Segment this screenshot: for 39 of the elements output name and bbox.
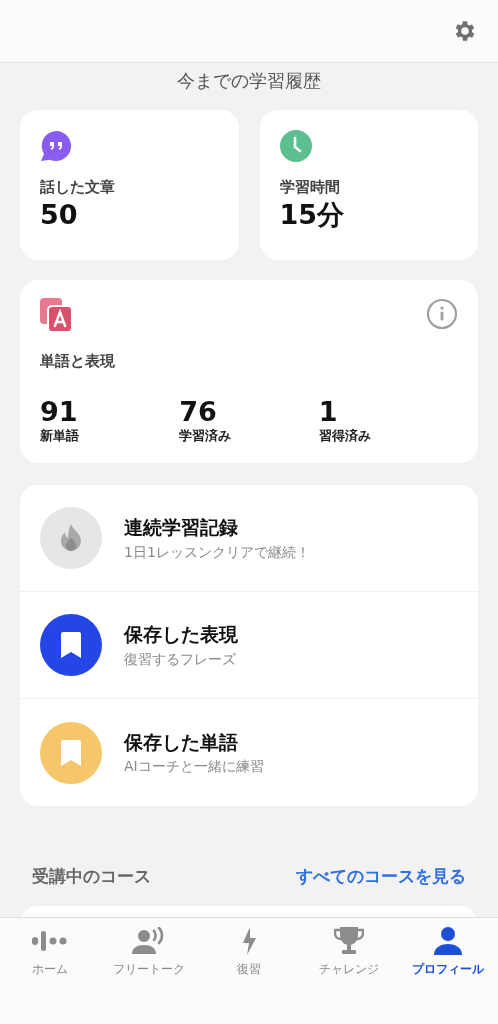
waveform-icon bbox=[31, 930, 68, 952]
stat-label: 学習時間 bbox=[279, 177, 341, 198]
info-icon[interactable] bbox=[426, 298, 458, 330]
count-value: 76 bbox=[179, 396, 218, 427]
bookmark-icon bbox=[61, 632, 81, 658]
lightning-icon bbox=[241, 927, 257, 955]
cards-icon bbox=[40, 298, 72, 332]
tab[interactable]: フリートーク bbox=[99, 926, 200, 986]
section-title: 今までの学習履歴 bbox=[176, 69, 322, 93]
section-title: 受講中のコース bbox=[32, 865, 151, 888]
tab[interactable]: プロフィール bbox=[398, 926, 498, 986]
count-label: 学習済み bbox=[179, 427, 233, 446]
count-label: 新単語 bbox=[40, 427, 80, 446]
stat-value: 50 bbox=[40, 198, 79, 231]
count-value: 1 bbox=[318, 396, 339, 427]
stat-label: 話した文章 bbox=[40, 177, 116, 198]
shortcut-row[interactable]: 保存した単語 AIコーチと一緒に練習 bbox=[20, 699, 478, 806]
row-title: 保存した表現 bbox=[124, 622, 238, 648]
clock-icon bbox=[279, 130, 312, 162]
row-title: 保存した単語 bbox=[124, 729, 239, 755]
flame-icon bbox=[59, 524, 83, 552]
stat-value: 15分 bbox=[279, 198, 346, 231]
see-all-link[interactable]: すべてのコースを見る bbox=[296, 864, 466, 890]
person-icon bbox=[434, 927, 463, 955]
row-subtitle: 復習するフレーズ bbox=[124, 649, 237, 669]
tab[interactable]: チャレンジ bbox=[298, 926, 399, 986]
tab[interactable]: 復習 bbox=[199, 926, 299, 986]
tab[interactable]: ホーム bbox=[0, 926, 100, 986]
row-subtitle: 1日1レッスンクリアで継続！ bbox=[124, 542, 310, 562]
trophy-icon bbox=[333, 927, 364, 955]
row-subtitle: AIコーチと一緒に練習 bbox=[124, 757, 264, 777]
card-title: 単語と表現 bbox=[40, 351, 116, 372]
count-value: 91 bbox=[40, 396, 79, 427]
bookmark-icon bbox=[61, 739, 81, 766]
count-label: 習得済み bbox=[318, 427, 372, 446]
quote-bubble-icon bbox=[40, 130, 72, 162]
shortcut-row[interactable]: 保存した表現 復習するフレーズ bbox=[20, 592, 478, 699]
row-title: 連続学習記録 bbox=[124, 515, 239, 541]
shortcut-row[interactable]: 連続学習記録 1日1レッスンクリアで継続！ bbox=[20, 485, 478, 592]
